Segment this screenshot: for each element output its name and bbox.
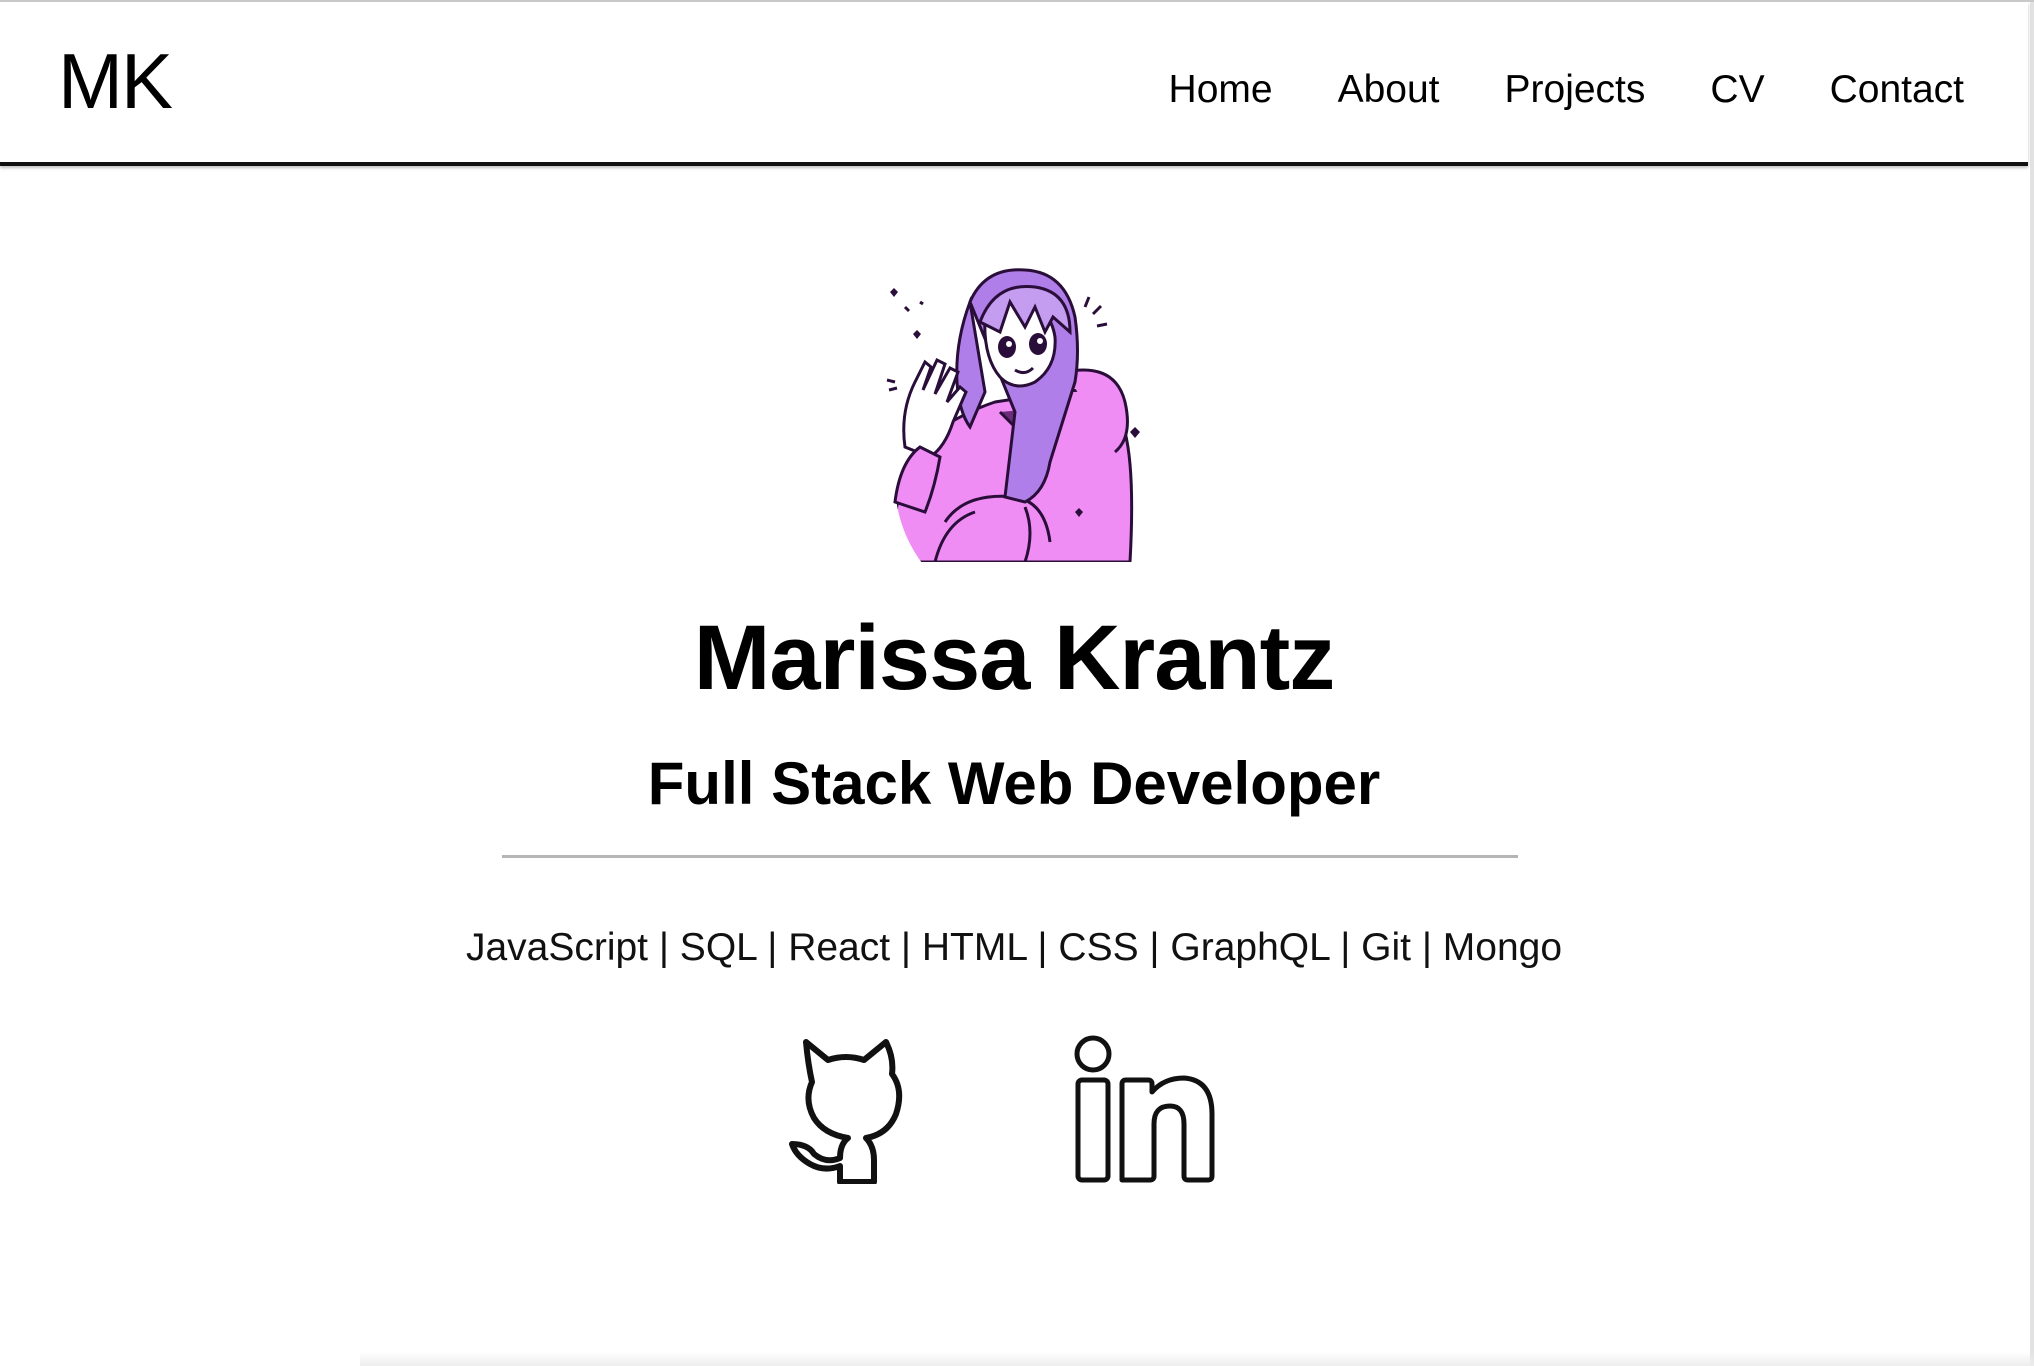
nav-links: Home About Projects CV Contact bbox=[1104, 70, 1964, 109]
nav-link-home[interactable]: Home bbox=[1169, 70, 1273, 109]
brand-logo[interactable]: MK bbox=[58, 42, 173, 120]
skills-list: JavaScript | SQL | React | HTML | CSS | … bbox=[465, 926, 1563, 969]
nav-link-projects[interactable]: Projects bbox=[1505, 70, 1646, 109]
nav-link-contact[interactable]: Contact bbox=[1830, 70, 1964, 109]
navbar: MK Home About Projects CV Contact bbox=[0, 2, 2028, 166]
person-name: Marissa Krantz bbox=[693, 607, 1335, 709]
bottom-shadow bbox=[360, 1352, 2034, 1366]
github-icon[interactable] bbox=[782, 1034, 910, 1185]
nav-link-cv[interactable]: CV bbox=[1710, 70, 1764, 109]
window-edge bbox=[2030, 2, 2034, 1366]
linkedin-icon[interactable] bbox=[1070, 1034, 1220, 1184]
divider bbox=[502, 855, 1518, 858]
job-title: Full Stack Web Developer bbox=[647, 750, 1381, 817]
nav-link-about[interactable]: About bbox=[1338, 70, 1440, 109]
avatar-illustration bbox=[886, 268, 1140, 562]
page: MK Home About Projects CV Contact Mariss… bbox=[0, 0, 2034, 1366]
hero-section: Marissa Krantz Full Stack Web Developer … bbox=[0, 162, 2028, 1366]
